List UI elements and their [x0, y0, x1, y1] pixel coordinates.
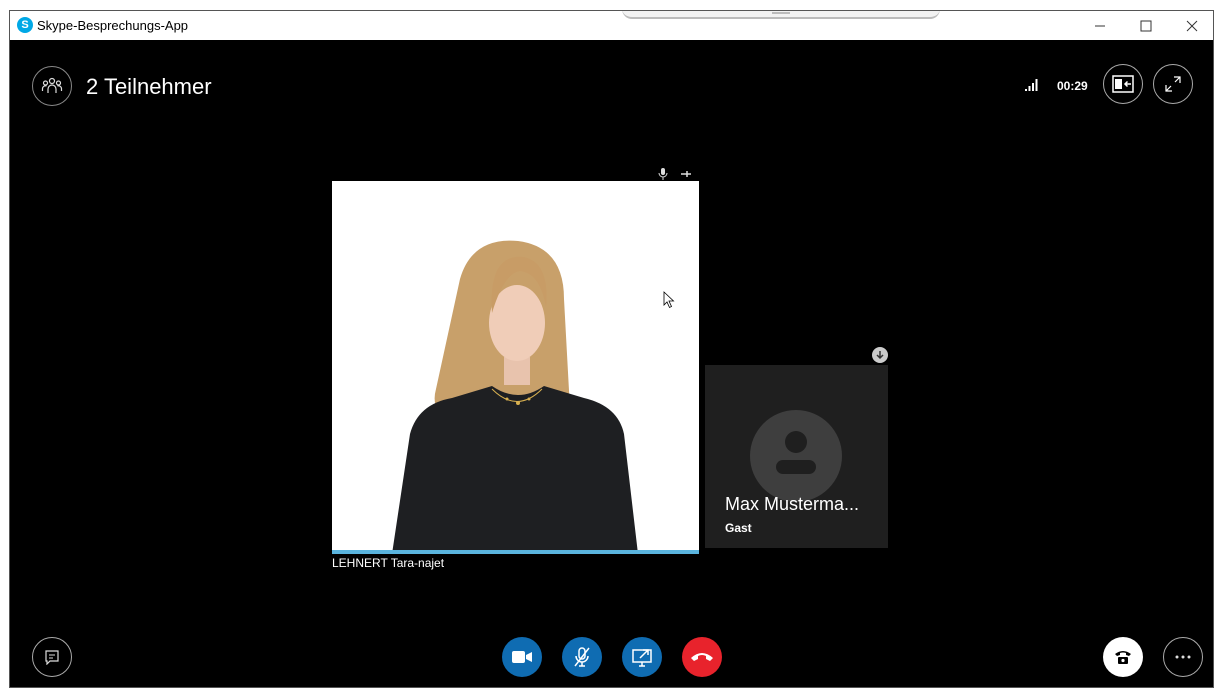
- close-icon: [1186, 20, 1198, 31]
- participant-tile[interactable]: Max Musterma... Gast: [705, 365, 888, 548]
- chat-icon: [45, 650, 59, 665]
- phone-button[interactable]: [1103, 637, 1143, 677]
- pip-icon: [1112, 75, 1134, 93]
- pip-button[interactable]: [1103, 64, 1143, 104]
- mic-off-icon: [574, 647, 590, 667]
- skype-icon: S: [17, 17, 33, 33]
- window-title: Skype-Besprechungs-App: [37, 18, 189, 33]
- video-status-icons: [658, 168, 692, 180]
- avatar-icon: [776, 431, 816, 474]
- speaking-indicator: [332, 550, 699, 554]
- video-toggle-button[interactable]: [502, 637, 542, 677]
- avatar: [750, 410, 842, 502]
- participant-role: Gast: [725, 521, 752, 535]
- title-bar: S Skype-Besprechungs-App: [10, 11, 1213, 40]
- fullscreen-icon: [1165, 76, 1181, 92]
- call-timer: 00:29: [1057, 79, 1088, 93]
- share-screen-button[interactable]: [622, 637, 662, 677]
- more-icon: [1175, 655, 1191, 659]
- participant-video-image: [332, 181, 699, 554]
- chat-button[interactable]: [32, 637, 72, 677]
- participants-count[interactable]: 2 Teilnehmer: [86, 74, 212, 100]
- drag-notch: [622, 11, 940, 19]
- close-button[interactable]: [1169, 11, 1213, 40]
- video-icon: [512, 651, 532, 663]
- main-participant-name: LEHNERT Tara-najet: [332, 556, 445, 570]
- meeting-window: S Skype-Besprechungs-App 2 Teilnehmer 00…: [9, 10, 1214, 688]
- download-icon[interactable]: [872, 347, 888, 363]
- hangup-button[interactable]: [682, 637, 722, 677]
- signal-icon: [1025, 79, 1038, 91]
- mouse-cursor-icon: [663, 291, 675, 309]
- phone-icon: [1115, 651, 1131, 664]
- share-screen-icon: [632, 649, 652, 667]
- maximize-button[interactable]: [1123, 11, 1169, 40]
- participant-name: Max Musterma...: [725, 494, 860, 514]
- fullscreen-button[interactable]: [1153, 64, 1193, 104]
- minimize-button[interactable]: [1077, 11, 1123, 40]
- mic-icon: [658, 168, 668, 180]
- participants-button[interactable]: [32, 66, 72, 106]
- main-video[interactable]: [332, 181, 699, 554]
- pin-icon[interactable]: [680, 168, 692, 180]
- hangup-icon: [691, 653, 713, 661]
- participants-icon: [41, 77, 63, 93]
- mute-button[interactable]: [562, 637, 602, 677]
- more-button[interactable]: [1163, 637, 1203, 677]
- minimize-icon: [1095, 25, 1105, 26]
- maximize-icon: [1140, 20, 1152, 31]
